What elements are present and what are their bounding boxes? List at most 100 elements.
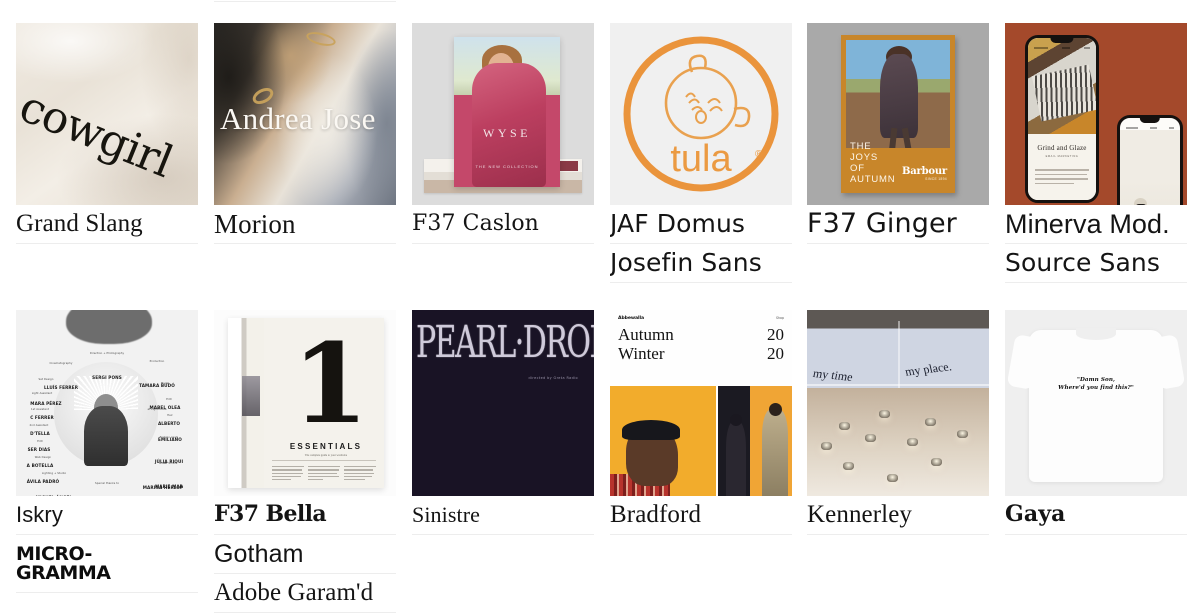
font-list-bradford: Bradford [610,496,792,535]
preview-minerva-modern[interactable]: Grind and Glaze EMAIL MARKETING [1005,23,1187,205]
lookbook-brand-row: Abbewalla Shop [618,316,784,321]
card-morion[interactable]: Andrea Jose Morion [214,23,396,244]
model-body [880,54,918,138]
essentials-heading: ESSENTIALS [289,442,363,451]
font-row[interactable]: F37 Bella [214,496,396,535]
card-f37-bella[interactable]: 1 ESSENTIALS The complete guide to your … [214,310,396,613]
font-row[interactable]: Sinistre [412,496,594,535]
lookbook-photos [610,386,792,496]
card-gaya[interactable]: "Damn Son, Where'd you find this?" Gaya [1005,310,1187,535]
model-head [729,414,742,426]
essentials-subheading: The complete guide to your wardrobe [304,454,348,457]
preview-f37-bella[interactable]: 1 ESSENTIALS The complete guide to your … [214,310,396,496]
credit-role: Fashion Assts [159,436,179,439]
preview-bradford[interactable]: Abbewalla Shop Autumn Winter 20 20 [610,310,792,496]
tshirt-graphic: "Damn Son, Where'd you find this?" [1029,328,1163,482]
card-jaf-domus[interactable]: tula ® JAF Domus Josefin Sans [610,23,792,283]
card-bradford[interactable]: Abbewalla Shop Autumn Winter 20 20 Bradf… [610,310,792,535]
ceiling-light-icon [931,458,942,466]
phone-hero-image [1120,130,1180,205]
tshirt-collar [1076,328,1116,340]
lookbook-photo-right [715,386,792,496]
wyse-wordmark: WYSE [483,126,531,140]
card-kennerley[interactable]: my time my place. Kennerley [807,310,989,535]
preview-grand-slang[interactable]: cowgirl [16,23,198,205]
barbour-logo: Barbour SINCE 1894 [902,166,947,181]
font-row[interactable]: Grand Slang [16,205,198,244]
font-name: Grand Slang [16,209,143,237]
grind-and-glaze-heading: Grind and Glaze [1037,144,1087,152]
credit-role: Special thanks to [94,482,120,485]
phone-mockup-secondary [1117,115,1183,205]
font-gallery: cowgirl Grand Slang Andrea Jose Morion W… [0,0,1200,615]
season-year: 20 20 [767,325,784,363]
font-list-gaya: Gaya [1005,496,1187,535]
card-minerva-modern[interactable]: Grind and Glaze EMAIL MARKETING Minerva … [1005,23,1187,283]
barbour-wordmark: Barbour [901,166,947,177]
preview-jaf-domus[interactable]: tula ® [610,23,792,205]
poster-photo [846,40,950,154]
card-iskry[interactable]: Direction + Photography SERGI PONS Cinem… [16,310,198,593]
font-list-f37-bella: F37 Bella Gotham Adobe Garam'd [214,496,396,613]
font-row[interactable]: Minerva Mod. [1005,205,1187,244]
magazine-spread: 1 ESSENTIALS The complete guide to your … [228,318,384,488]
spread-left-page [228,318,264,488]
font-row[interactable]: Adobe Garam'd [214,574,396,613]
phone-status-bar [1034,45,1090,50]
font-row[interactable]: Gaya [1005,496,1187,535]
preview-sinistre[interactable]: PEARL·DROP directed by Greta Radio [412,310,594,496]
my-place-text: my place. [903,359,953,379]
autumn-poster: THE JOYS OF AUTUMN Barbour SINCE 1894 [841,35,955,193]
font-name: F37 Caslon [412,211,539,237]
cover-subtitle: THE NEW COLLECTION [475,164,539,169]
season-label: Autumn Winter [618,325,674,363]
model-cap [622,420,680,440]
svg-text:tula: tula [670,138,732,180]
svg-text:®: ® [755,149,763,160]
card-sinistre[interactable]: PEARL·DROP directed by Greta Radio Sinis… [412,310,594,535]
preview-iskry[interactable]: Direction + Photography SERGI PONS Cinem… [16,310,198,496]
font-name: Sinistre [412,502,481,528]
preview-gaya[interactable]: "Damn Son, Where'd you find this?" [1005,310,1187,496]
font-row[interactable]: Gotham [214,535,396,574]
font-row[interactable]: MICRO- GRAMMA [16,535,198,593]
phone-notch [1050,38,1074,43]
font-name: JAF Domus [610,208,746,238]
ceiling-light-icon [843,462,854,470]
font-list-jaf-domus: JAF Domus Josefin Sans [610,205,792,283]
font-name: Adobe Garam'd [214,578,374,606]
font-row[interactable]: Morion [214,205,396,244]
preview-kennerley[interactable]: my time my place. [807,310,989,496]
preview-f37-caslon[interactable]: WYSE THE NEW COLLECTION [412,23,594,205]
font-list-morion: Morion [214,205,396,244]
card-f37-ginger[interactable]: THE JOYS OF AUTUMN Barbour SINCE 1894 F3… [807,23,989,244]
font-row[interactable]: JAF Domus [610,205,792,244]
shop-link[interactable]: Shop [776,316,784,320]
font-row[interactable]: Iskry [16,496,198,535]
card-f37-caslon[interactable]: WYSE THE NEW COLLECTION F37 Caslon [412,23,594,244]
font-name: Morion [214,208,296,239]
font-list-minerva-modern: Minerva Mod. Source Sans [1005,205,1187,283]
font-row[interactable]: Josefin Sans [610,244,792,283]
font-row[interactable]: Bradford [610,496,792,535]
barbour-tagline: SINCE 1894 [925,177,947,181]
spread-rule [272,460,376,461]
font-row[interactable]: Kennerley [807,496,989,535]
font-row[interactable]: F37 Caslon [412,205,594,244]
brand-wordmark: Abbewalla [618,316,644,321]
phone-content-panel: Grind and Glaze EMAIL MARKETING [1028,134,1096,200]
font-row[interactable]: F37 Ginger [807,205,989,244]
font-name: Gaya [1005,501,1066,528]
font-row[interactable]: Source Sans [1005,244,1187,283]
preview-morion[interactable]: Andrea Jose [214,23,396,205]
ceiling-light-icon [879,410,890,418]
ceiling-plane [807,388,989,496]
font-name: F37 Ginger [807,207,957,239]
ceiling-light-icon [907,438,918,446]
my-time-text: my time [811,365,855,384]
ceiling-light-icon [957,430,968,438]
preview-f37-ginger[interactable]: THE JOYS OF AUTUMN Barbour SINCE 1894 [807,23,989,205]
andrea-jose-wordmark: Andrea Jose [220,101,376,136]
font-name: Bradford [610,500,702,528]
card-grand-slang[interactable]: cowgirl Grand Slang [16,23,198,244]
